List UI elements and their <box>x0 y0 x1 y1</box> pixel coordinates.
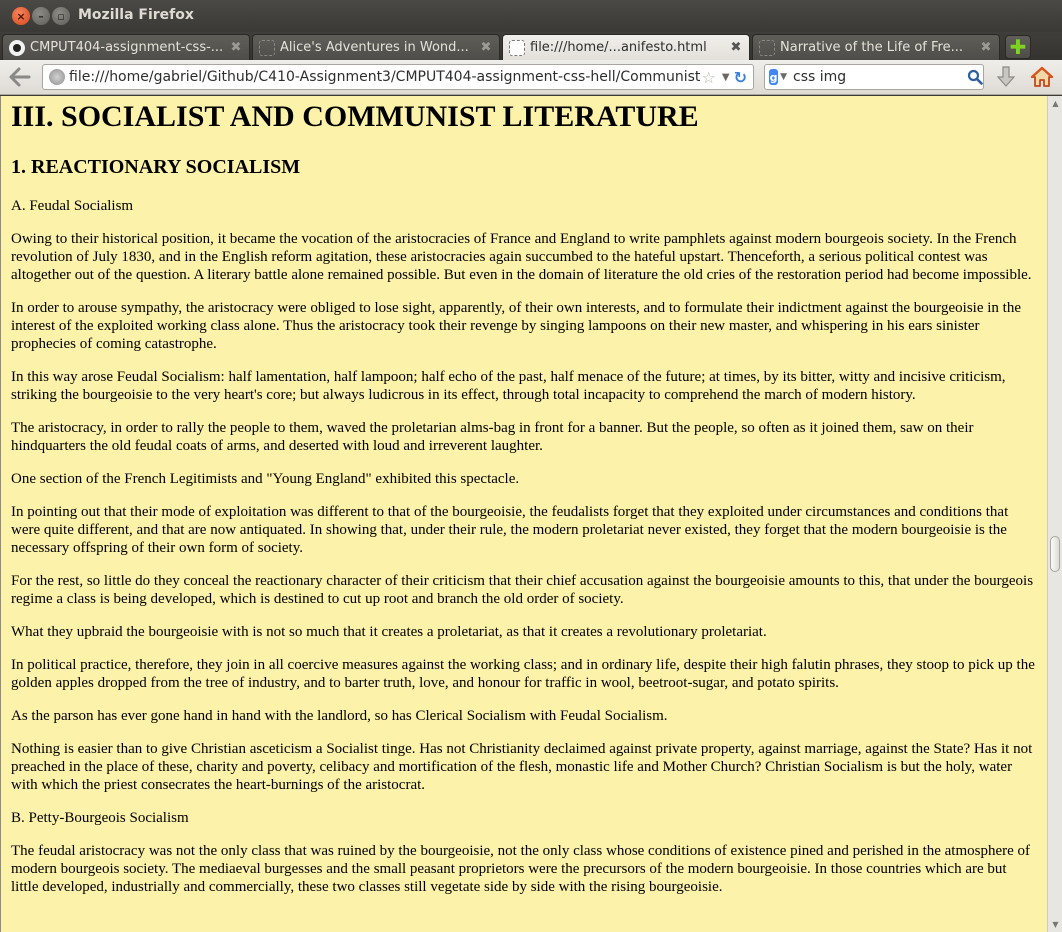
search-icon[interactable] <box>967 66 983 88</box>
site-identity-icon[interactable] <box>49 69 65 85</box>
downloads-button[interactable] <box>994 64 1018 90</box>
page-content: III. SOCIALIST AND COMMUNIST LITERATURE … <box>0 96 1047 932</box>
paragraph: B. Petty-Bourgeois Socialism <box>11 810 189 826</box>
paragraph: What they upbraid the bourgeoisie with i… <box>11 624 767 640</box>
minimize-window-button[interactable]: – <box>32 7 50 25</box>
back-arrow-icon <box>9 67 31 87</box>
paragraph: For the rest, so little do they conceal … <box>11 573 1034 607</box>
close-window-button[interactable]: × <box>12 7 30 25</box>
github-icon <box>9 39 25 56</box>
home-button[interactable] <box>1028 64 1056 90</box>
window-controls: × – ▫ <box>12 7 70 25</box>
paragraph: In political practice, therefore, they j… <box>11 657 1035 691</box>
paragraph: In pointing out that their mode of explo… <box>11 504 1009 556</box>
search-input[interactable] <box>793 69 967 85</box>
tab-label: Alice's Adventures in Wond... <box>280 40 469 55</box>
paragraph: As the parson has ever gone hand in hand… <box>11 708 668 724</box>
paragraph: In order to arouse sympathy, the aristoc… <box>11 300 1021 352</box>
history-dropdown-icon[interactable]: ▼ <box>722 72 730 83</box>
back-button[interactable] <box>6 64 34 90</box>
download-arrow-icon <box>997 66 1015 87</box>
tab-close-icon[interactable]: ✖ <box>979 40 993 55</box>
tab-manifesto[interactable]: file:///home/...anifesto.html ✖ <box>502 34 750 60</box>
tab-close-icon[interactable]: ✖ <box>479 40 493 55</box>
bookmark-star-icon[interactable]: ☆ <box>702 68 716 87</box>
search-engine-icon[interactable]: g <box>769 69 779 85</box>
reload-icon[interactable]: ↻ <box>734 68 747 87</box>
search-engine-dropdown-icon[interactable]: ▼ <box>780 72 787 82</box>
paragraph: The feudal aristocracy was not the only … <box>11 843 1031 895</box>
page-icon <box>759 39 775 56</box>
tab-strip: CMPUT404-assignment-css-... ✖ Alice's Ad… <box>0 32 1062 60</box>
magnifier-icon <box>967 69 983 85</box>
paragraph: The aristocracy, in order to rally the p… <box>11 420 974 454</box>
vertical-scrollbar[interactable]: ▲ ▼ <box>1047 96 1062 932</box>
scrollbar-thumb[interactable] <box>1050 536 1060 572</box>
plus-icon: ✚ <box>1009 35 1027 59</box>
tab-close-icon[interactable]: ✖ <box>229 40 243 55</box>
search-bar[interactable]: g ▼ <box>764 64 984 90</box>
new-tab-button[interactable]: ✚ <box>1005 35 1031 59</box>
url-bar[interactable]: file:///home/gabriel/Github/C410-Assignm… <box>42 64 754 90</box>
home-icon <box>1030 66 1054 87</box>
url-text[interactable]: file:///home/gabriel/Github/C410-Assignm… <box>69 69 700 85</box>
scroll-down-icon[interactable]: ▼ <box>1051 920 1060 929</box>
title-bar: × – ▫ Mozilla Firefox <box>0 0 1062 32</box>
page-icon <box>509 39 525 56</box>
paragraph: A. Feudal Socialism <box>11 198 134 214</box>
paragraph: Owing to their historical position, it b… <box>11 231 1032 283</box>
navigation-toolbar: file:///home/gabriel/Github/C410-Assignm… <box>0 60 1062 95</box>
tab-close-icon[interactable]: ✖ <box>729 40 743 55</box>
window-title: Mozilla Firefox <box>78 7 194 23</box>
paragraph: Nothing is easier than to give Christian… <box>11 741 1033 793</box>
tab-narrative[interactable]: Narrative of the Life of Fre... ✖ <box>752 34 1000 60</box>
scroll-up-icon[interactable]: ▲ <box>1051 99 1060 108</box>
tab-label: CMPUT404-assignment-css-... <box>30 40 224 55</box>
tab-label: file:///home/...anifesto.html <box>530 40 707 55</box>
tab-label: Narrative of the Life of Fre... <box>780 40 963 55</box>
tab-cmput404[interactable]: CMPUT404-assignment-css-... ✖ <box>2 34 250 60</box>
tab-alice[interactable]: Alice's Adventures in Wond... ✖ <box>252 34 500 60</box>
paragraph: One section of the French Legitimists an… <box>11 471 520 487</box>
page-icon <box>259 39 275 56</box>
maximize-window-button[interactable]: ▫ <box>52 7 70 25</box>
page-title: III. SOCIALIST AND COMMUNIST LITERATURE <box>11 100 699 133</box>
section-heading: 1. REACTIONARY SOCIALISM <box>11 156 301 178</box>
document-body: III. SOCIALIST AND COMMUNIST LITERATURE … <box>1 96 1047 896</box>
paragraph: In this way arose Feudal Socialism: half… <box>11 369 1006 403</box>
